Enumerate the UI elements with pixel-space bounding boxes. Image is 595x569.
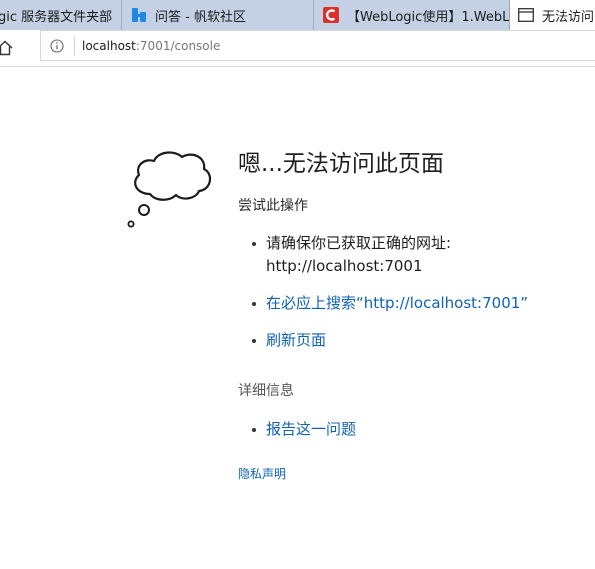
try-heading: 尝试此操作 xyxy=(238,198,308,214)
url-path: :7001/console xyxy=(135,38,221,53)
page-title: 嗯...无法访问此页面 xyxy=(238,151,444,177)
tab-label: gic 服务器文件夹部 xyxy=(0,9,113,25)
tab-weblogic-csdn[interactable]: 【WebLogic使用】1.WebL xyxy=(314,0,510,30)
address-divider xyxy=(74,36,75,55)
home-icon[interactable] xyxy=(0,39,14,57)
csdn-favicon-icon xyxy=(323,7,339,23)
browser-toolbar: localhost:7001/console xyxy=(0,30,595,67)
bing-search-link[interactable]: 在必应上搜索“http://localhost:7001” xyxy=(266,294,528,312)
bullet xyxy=(252,339,256,343)
fanruan-favicon-icon xyxy=(132,8,146,22)
list-item: 请确保你已获取正确的网址: http://localhost:7001 xyxy=(238,232,578,278)
tab-fanruan-qa[interactable]: 问答 - 帆软社区 xyxy=(122,0,314,30)
list-item: 在必应上搜索“http://localhost:7001” xyxy=(238,292,578,315)
tip-check-url: 请确保你已获取正确的网址: xyxy=(266,234,452,252)
tab-cannot-reach[interactable]: 无法访问 xyxy=(510,0,595,30)
page-favicon-icon xyxy=(518,8,534,22)
error-content: 嗯...无法访问此页面 尝试此操作 请确保你已获取正确的网址: http://l… xyxy=(238,147,578,482)
tab-label: 【WebLogic使用】1.WebL xyxy=(347,9,510,25)
details-list: 报告这一问题 xyxy=(238,418,578,441)
info-icon[interactable] xyxy=(50,38,64,53)
tip-url: http://localhost:7001 xyxy=(266,257,423,275)
url-text[interactable]: localhost:7001/console xyxy=(82,39,220,53)
bullet xyxy=(252,428,256,432)
thought-cloud-icon xyxy=(127,151,212,228)
tab-label: 无法访问 xyxy=(542,9,595,25)
list-item: 刷新页面 xyxy=(238,329,578,352)
details-heading[interactable]: 详细信息 xyxy=(238,380,578,400)
list-item: 报告这一问题 xyxy=(238,418,578,441)
url-host: localhost xyxy=(82,38,136,53)
bullet xyxy=(252,242,256,246)
tab-weblogic-folder[interactable]: gic 服务器文件夹部 xyxy=(0,0,122,30)
refresh-link[interactable]: 刷新页面 xyxy=(266,331,326,349)
bullet xyxy=(252,302,256,306)
suggestion-list: 请确保你已获取正确的网址: http://localhost:7001 在必应上… xyxy=(238,232,578,352)
address-bar[interactable]: localhost:7001/console xyxy=(40,30,595,61)
privacy-link[interactable]: 隐私声明 xyxy=(238,465,286,482)
tab-label: 问答 - 帆软社区 xyxy=(155,9,246,25)
report-issue-link[interactable]: 报告这一问题 xyxy=(266,420,356,438)
tab-strip: gic 服务器文件夹部 问答 - 帆软社区 【WebLogic使用】1.WebL… xyxy=(0,0,595,30)
